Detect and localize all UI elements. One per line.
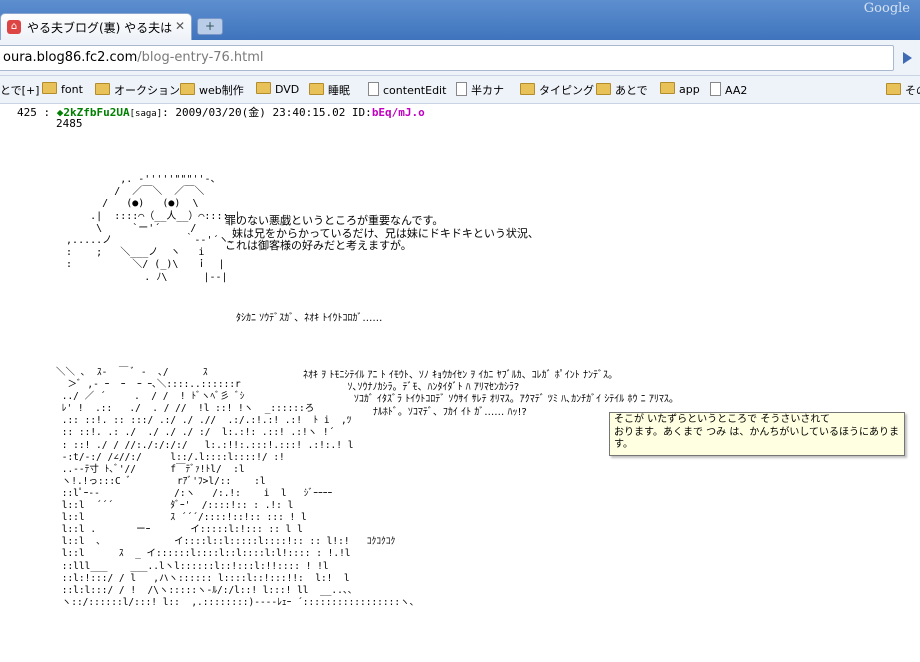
- url-host: oura.blog86.fc2.com: [3, 50, 138, 65]
- bookmark-folder[interactable]: web制作: [180, 82, 244, 98]
- bookmark-folder[interactable]: app: [660, 82, 700, 96]
- bookmark-page[interactable]: contentEdit: [368, 82, 446, 97]
- bookmarks-bar: とで[+] font オークション web制作 DVD 睡眠 contentEd…: [0, 76, 920, 104]
- poster-id: bEq/mJ.o: [371, 106, 425, 119]
- bookmark-page[interactable]: AA2: [710, 82, 747, 97]
- bookmark-folder[interactable]: あとで: [596, 82, 648, 98]
- bookmark-folder[interactable]: 睡眠: [309, 82, 350, 98]
- url-text[interactable]: oura.blog86.fc2.com/blog-entry-76.html: [3, 50, 264, 65]
- address-bar[interactable]: oura.blog86.fc2.com/blog-entry-76.html: [0, 45, 894, 71]
- poster-mail: [saga]: [129, 109, 163, 119]
- tab-title: やる夫ブログ(裏) やる夫は…: [27, 21, 172, 35]
- browser-tab[interactable]: ⌂ やる夫ブログ(裏) やる夫は… ✕: [0, 13, 192, 40]
- folder-icon: [309, 83, 324, 95]
- folder-icon: [520, 83, 535, 95]
- google-logo: Google: [863, 1, 910, 16]
- browser-toolbar: oura.blog86.fc2.com/blog-entry-76.html: [0, 40, 920, 76]
- ascii-art-yaruo: ,. ‐'''''"""''‐、 / ／￣＼ ／￣＼ / (●) (●) \ .…: [66, 174, 241, 283]
- post-date: : 2009/03/20(金) 23:40:15.02 ID:: [162, 106, 372, 119]
- post-sequence: 2485: [56, 117, 83, 130]
- page-icon: [368, 82, 379, 96]
- bookmark-folder[interactable]: タイピング: [520, 82, 594, 98]
- site-favicon-icon: ⌂: [7, 20, 21, 34]
- page-icon: [456, 82, 467, 96]
- bookmark-folder[interactable]: DVD: [256, 82, 299, 96]
- speech-text-2: ﾀｼｶﾆ ｿｳﾃﾞｽｶﾞ、ﾈｵｷ ﾄｲｳﾄｺﾛｶﾞ……: [236, 313, 383, 324]
- bookmark-folder[interactable]: font: [42, 82, 83, 96]
- url-path: /blog-entry-76.html: [137, 50, 264, 65]
- folder-icon: [256, 82, 271, 94]
- new-tab-button[interactable]: +: [197, 18, 223, 35]
- folder-icon: [180, 83, 195, 95]
- page-content: 425 : ◆2kZfbFu2UA[saga]: 2009/03/20(金) 2…: [0, 104, 920, 662]
- tab-close-icon[interactable]: ✕: [175, 19, 185, 33]
- bookmark-page[interactable]: 半カナ: [456, 82, 504, 98]
- folder-icon: [95, 83, 110, 95]
- bookmark-folder[interactable]: その: [886, 82, 920, 98]
- go-arrow-icon[interactable]: [903, 52, 912, 64]
- folder-icon: [886, 83, 901, 95]
- speech-text-1: 罪のない悪戯というところが重要なんです。 妹は兄をからかっているだけ、兄は妹にド…: [225, 214, 539, 252]
- folder-icon: [660, 82, 675, 94]
- hover-tooltip: そこが いたずらというところで そうさいされて おります。あくまで つみ は、か…: [609, 412, 905, 456]
- bookmark-item[interactable]: とで[+]: [0, 82, 39, 98]
- browser-title-bar: ⌂ やる夫ブログ(裏) やる夫は… ✕ + Google: [0, 0, 920, 40]
- folder-icon: [596, 83, 611, 95]
- bookmark-folder[interactable]: オークション: [95, 82, 180, 98]
- page-icon: [710, 82, 721, 96]
- post-number: 425 :: [17, 106, 51, 119]
- folder-icon: [42, 82, 57, 94]
